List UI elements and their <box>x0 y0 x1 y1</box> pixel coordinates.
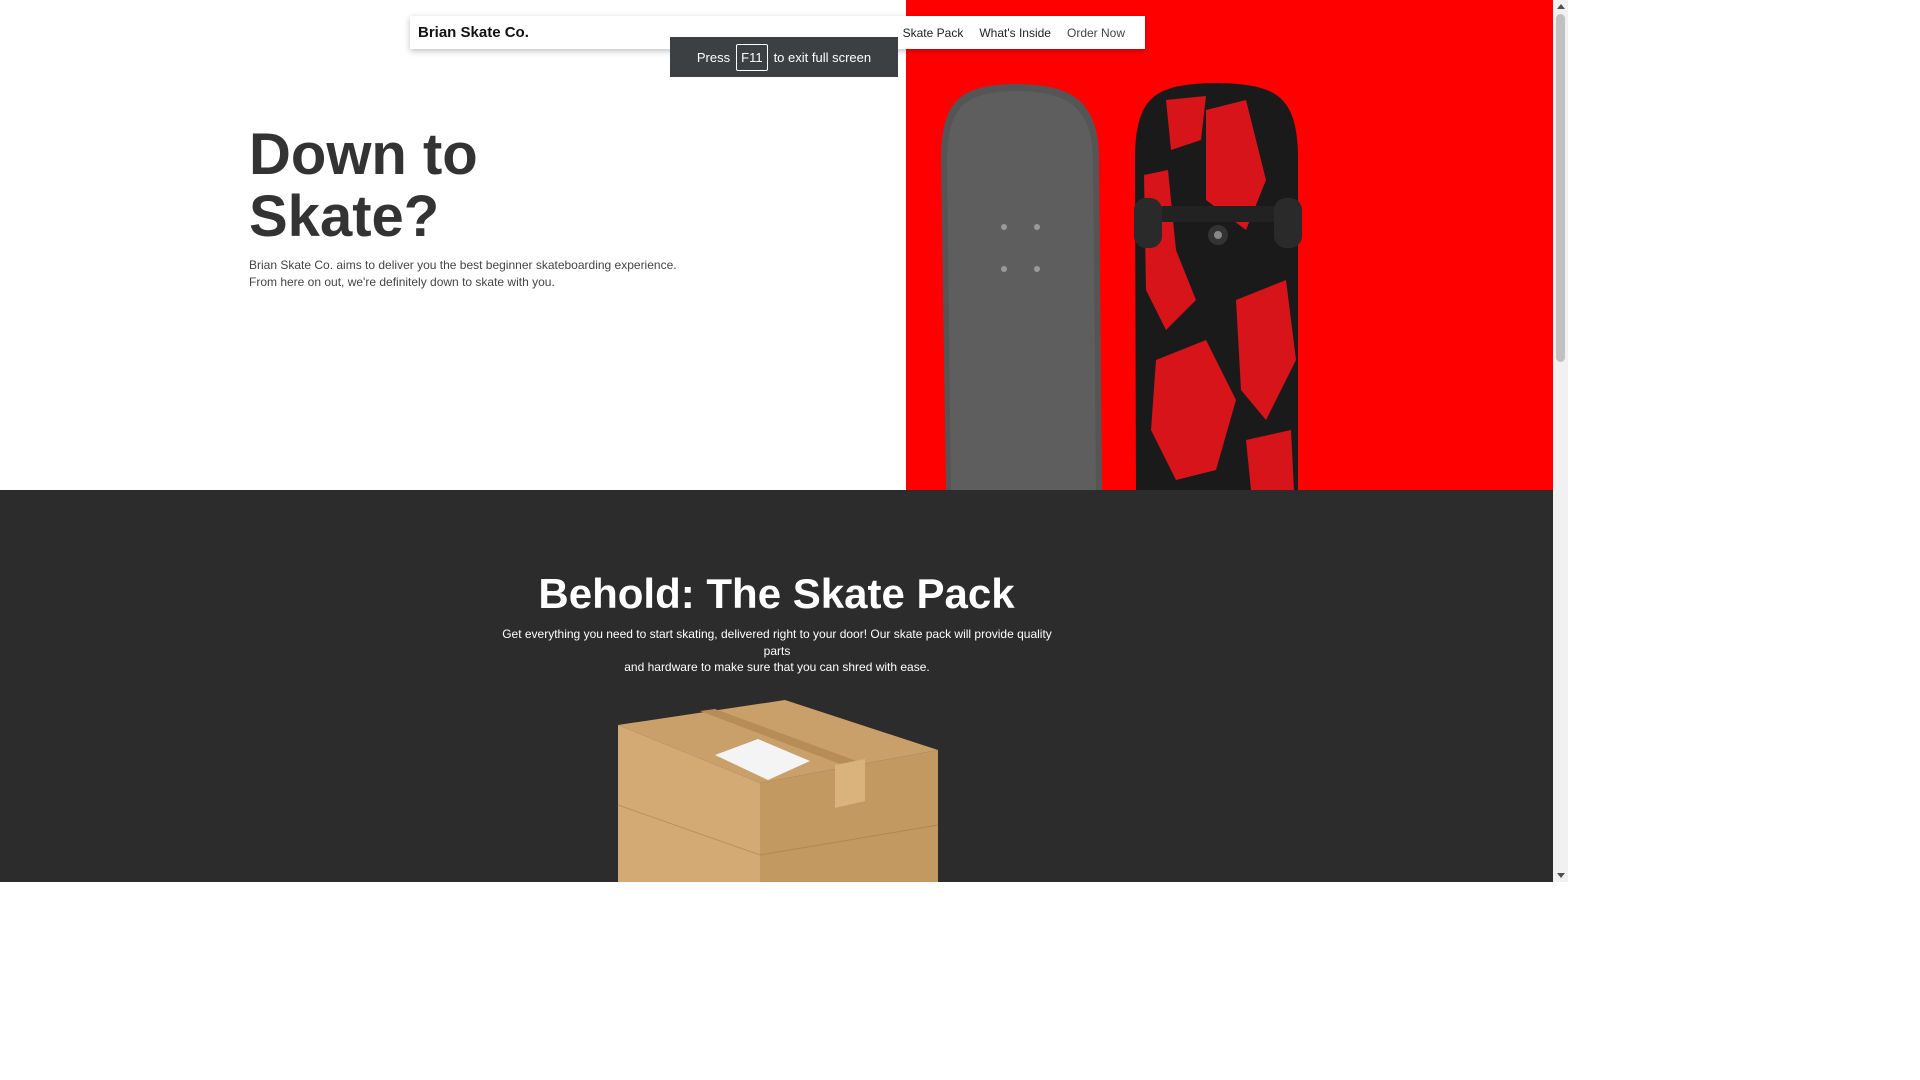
hero-title: Down to Skate? <box>249 124 478 248</box>
skate-pack-desc-line2: and hardware to make sure that you can s… <box>624 660 930 674</box>
hero-desc-line2: From here on out, we're definitely down … <box>249 274 555 289</box>
skate-pack-title: Behold: The Skate Pack <box>538 570 1015 617</box>
skateboards-image <box>906 0 1553 490</box>
skate-pack-desc-line1: Get everything you need to start skating… <box>502 627 1052 658</box>
scroll-down-arrow-icon[interactable] <box>1557 873 1565 878</box>
skate-pack-description: Get everything you need to start skating… <box>496 626 1058 676</box>
toast-suffix: to exit full screen <box>773 49 872 65</box>
nav-order-now[interactable]: Order Now <box>1067 26 1125 40</box>
f11-key: F11 <box>736 43 768 71</box>
skateboards-illustration <box>941 83 1302 490</box>
fullscreen-toast: Press F11 to exit full screen <box>670 37 898 77</box>
nav-whats-inside[interactable]: What's Inside <box>979 26 1051 40</box>
nav-links: Skate Pack What's Inside Order Now <box>903 26 1125 40</box>
hero-description: Brian Skate Co. aims to deliver you the … <box>249 257 679 290</box>
brand-logo[interactable]: Brian Skate Co. <box>418 24 529 41</box>
skate-pack-section: Behold: The Skate Pack Get everything yo… <box>0 490 1553 882</box>
nav-skate-pack[interactable]: Skate Pack <box>903 26 964 40</box>
scrollbar-thumb[interactable] <box>1556 14 1565 362</box>
hero-desc-line1: Brian Skate Co. aims to deliver you the … <box>249 258 677 272</box>
scroll-up-arrow-icon[interactable] <box>1557 4 1565 9</box>
hero-title-line1: Down to <box>249 122 478 187</box>
hero-title-line2: Skate? <box>249 184 440 249</box>
toast-prefix: Press <box>696 49 731 65</box>
vertical-scrollbar[interactable] <box>1553 0 1568 882</box>
box-illustration <box>617 700 939 882</box>
